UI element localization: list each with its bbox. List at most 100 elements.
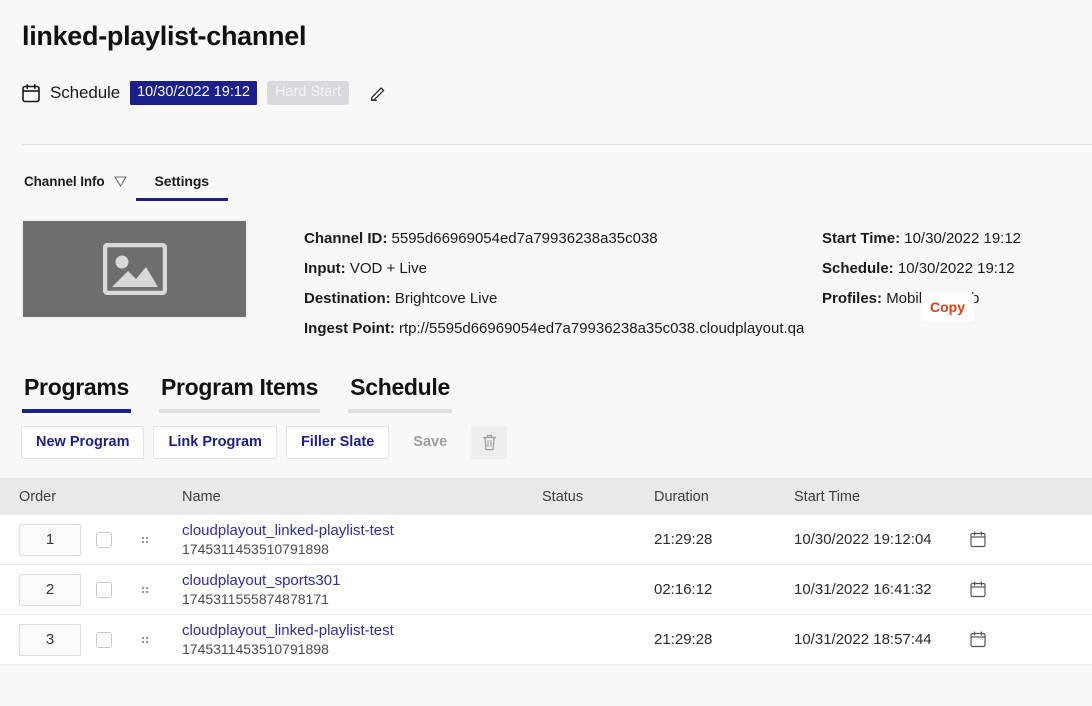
row-checkbox[interactable] [96, 532, 112, 548]
filler-slate-button[interactable]: Filler Slate [286, 426, 389, 459]
row-calendar-cell [970, 581, 1092, 598]
tab-settings[interactable]: Settings [155, 173, 209, 201]
field-channel-id-label: Channel ID: [304, 230, 387, 247]
program-tab-bar: Programs Program Items Schedule [0, 374, 1092, 413]
new-program-button[interactable]: New Program [21, 426, 144, 459]
drag-handle-icon[interactable] [140, 533, 150, 547]
name-cell: cloudplayout_linked-playlist-test 174531… [182, 521, 542, 559]
channel-info-left-column: Channel ID: 5595d66969054ed7a79936238a35… [304, 224, 804, 344]
select-cell [96, 582, 140, 598]
field-destination-value: Brightcove Live [395, 290, 498, 307]
order-cell: 2 [0, 574, 96, 606]
schedule-datetime-chip[interactable]: 10/30/2022 19:12 [130, 81, 257, 105]
field-input-value: VOD + Live [350, 260, 427, 277]
save-button[interactable]: Save [398, 426, 462, 459]
column-header-status: Status [542, 489, 654, 505]
drag-cell [140, 583, 182, 597]
pencil-icon [369, 83, 387, 104]
channel-info-right-column: Start Time: 10/30/2022 19:12 Schedule: 1… [804, 224, 1092, 344]
program-name-link[interactable]: cloudplayout_linked-playlist-test [182, 521, 542, 540]
schedule-label: Schedule [50, 83, 120, 103]
channel-info-fields: Channel ID: 5595d66969054ed7a79936238a35… [248, 219, 1092, 344]
start-time-cell: 10/30/2022 19:12:04 [794, 531, 970, 548]
program-id: 1745311555874878171 [182, 590, 542, 609]
column-header-duration: Duration [654, 489, 794, 505]
field-ingest-point-value: rtp://5595d66969054ed7a79936238a35c038.c… [399, 320, 804, 337]
tab-settings-label: Settings [155, 173, 209, 189]
channel-info-panel: Channel ID: 5595d66969054ed7a79936238a35… [0, 201, 1092, 344]
field-input: Input: VOD + Live [304, 254, 804, 284]
field-schedule: Schedule: 10/30/2022 19:12 [822, 254, 1092, 284]
field-input-label: Input: [304, 260, 346, 277]
channel-thumbnail [21, 219, 248, 319]
tab-channel-info-label: Channel Info [24, 174, 105, 189]
program-name-link[interactable]: cloudplayout_sports301 [182, 571, 542, 590]
row-calendar-cell [970, 531, 1092, 548]
field-ingest-point-label: Ingest Point: [304, 320, 395, 337]
row-calendar-cell [970, 631, 1092, 648]
duration-cell: 02:16:12 [654, 581, 794, 598]
duration-cell: 21:29:28 [654, 631, 794, 648]
channel-detail-page: linked-playlist-channel Schedule 10/30/2… [0, 0, 1092, 706]
drag-handle-icon[interactable] [140, 583, 150, 597]
field-schedule-label: Schedule: [822, 260, 894, 277]
calendar-icon[interactable] [970, 581, 986, 598]
row-checkbox[interactable] [96, 632, 112, 648]
field-start-time-label: Start Time: [822, 230, 900, 247]
field-profiles-label: Profiles: [822, 290, 882, 307]
order-cell: 1 [0, 524, 96, 556]
order-cell: 3 [0, 624, 96, 656]
tab-programs[interactable]: Programs [22, 374, 131, 413]
program-name-link[interactable]: cloudplayout_linked-playlist-test [182, 621, 542, 640]
table-row: 2 cloudplayout_sports301 174531155587487… [0, 565, 1092, 615]
hard-start-badge: Hard Start [267, 81, 349, 105]
select-cell [96, 632, 140, 648]
field-destination-label: Destination: [304, 290, 391, 307]
tab-channel-info[interactable]: Channel Info [24, 174, 127, 201]
field-channel-id-value: 5595d66969054ed7a79936238a35c038 [392, 230, 658, 247]
tab-schedule[interactable]: Schedule [348, 374, 452, 413]
start-time-cell: 10/31/2022 16:41:32 [794, 581, 970, 598]
name-cell: cloudplayout_linked-playlist-test 174531… [182, 621, 542, 659]
delete-button[interactable] [471, 426, 507, 459]
field-ingest-point: Ingest Point: rtp://5595d66969054ed7a799… [304, 314, 804, 344]
start-time-cell: 10/31/2022 18:57:44 [794, 631, 970, 648]
page-header: linked-playlist-channel Schedule 10/30/2… [0, 0, 1092, 145]
order-input[interactable]: 2 [19, 574, 81, 606]
trash-icon [482, 434, 497, 451]
calendar-icon [22, 84, 40, 103]
schedule-bar: Schedule 10/30/2022 19:12 Hard Start [22, 79, 1092, 107]
tab-program-items[interactable]: Program Items [159, 374, 320, 413]
table-row: 1 cloudplayout_linked-playlist-test 1745… [0, 515, 1092, 565]
calendar-icon[interactable] [970, 631, 986, 648]
link-program-button[interactable]: Link Program [153, 426, 276, 459]
drag-cell [140, 633, 182, 647]
drag-cell [140, 533, 182, 547]
image-placeholder-icon [103, 243, 167, 295]
drag-handle-icon[interactable] [140, 633, 150, 647]
copy-ingest-point-button[interactable]: Copy [921, 293, 974, 321]
field-destination: Destination: Brightcove Live [304, 284, 804, 314]
order-input[interactable]: 3 [19, 624, 81, 656]
row-checkbox[interactable] [96, 582, 112, 598]
page-title: linked-playlist-channel [22, 18, 1092, 54]
field-schedule-value: 10/30/2022 19:12 [898, 260, 1015, 277]
calendar-icon[interactable] [970, 531, 986, 548]
edit-schedule-button[interactable] [367, 82, 389, 104]
name-cell: cloudplayout_sports301 17453115558748781… [182, 571, 542, 609]
duration-cell: 21:29:28 [654, 531, 794, 548]
program-action-bar: New Program Link Program Filler Slate Sa… [0, 426, 1092, 459]
column-header-name: Name [182, 489, 542, 505]
order-input[interactable]: 1 [19, 524, 81, 556]
programs-table: Order Name Status Duration Start Time 1 [0, 478, 1092, 665]
field-channel-id: Channel ID: 5595d66969054ed7a79936238a35… [304, 224, 804, 254]
program-id: 1745311453510791898 [182, 640, 542, 659]
info-tab-bar: Channel Info Settings [0, 145, 1092, 201]
field-start-time-value: 10/30/2022 19:12 [904, 230, 1021, 247]
select-cell [96, 532, 140, 548]
table-header-row: Order Name Status Duration Start Time [0, 478, 1092, 515]
column-header-order: Order [0, 489, 96, 505]
column-header-start-time: Start Time [794, 489, 970, 505]
field-start-time: Start Time: 10/30/2022 19:12 [822, 224, 1092, 254]
program-id: 1745311453510791898 [182, 540, 542, 559]
